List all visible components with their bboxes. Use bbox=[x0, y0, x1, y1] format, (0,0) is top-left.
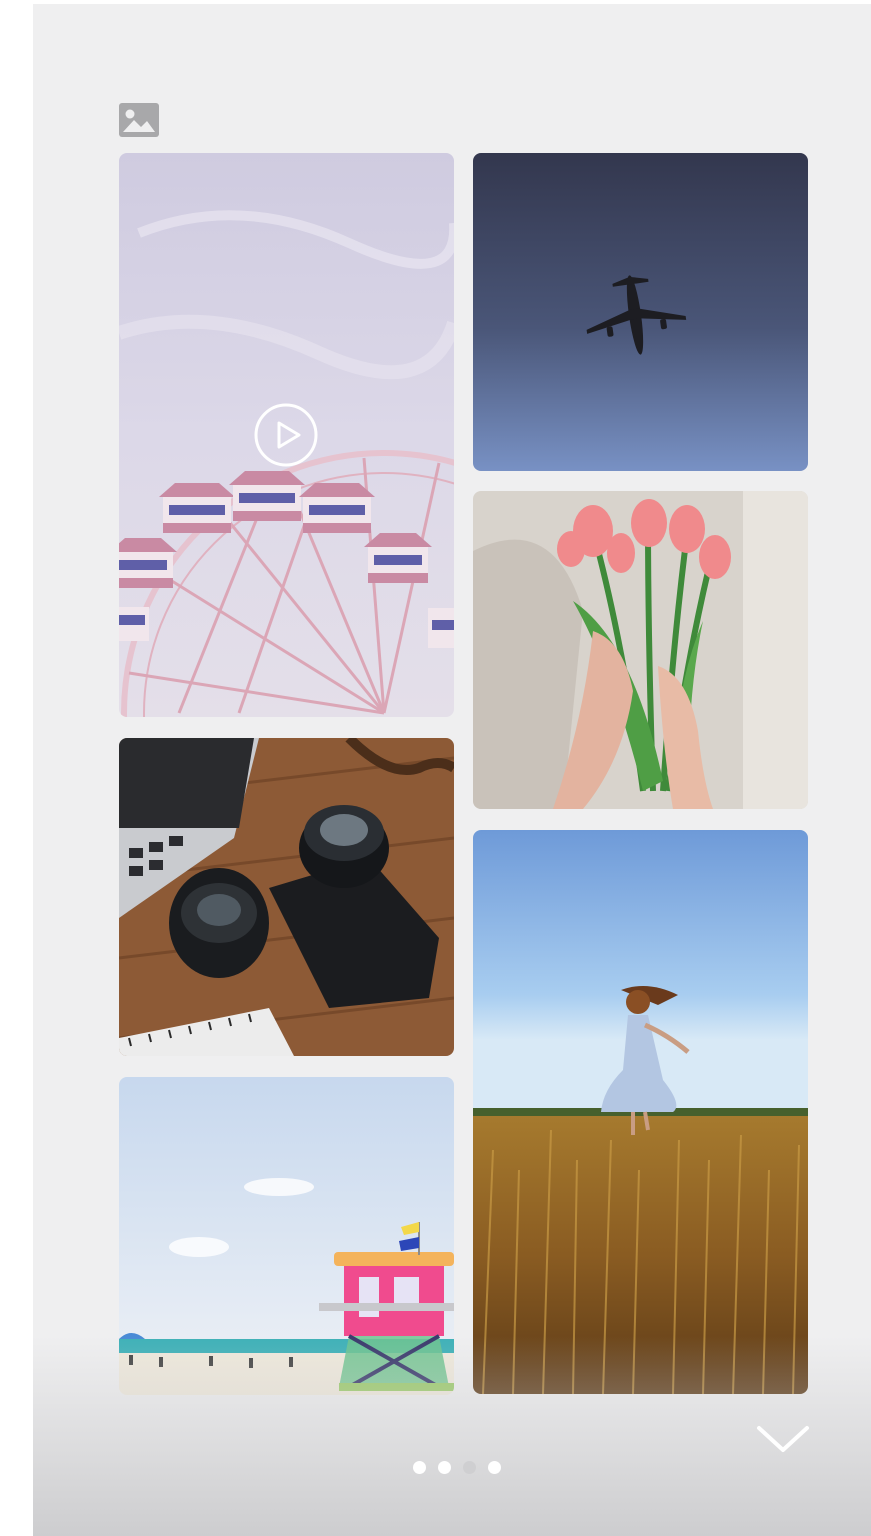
page-dot[interactable] bbox=[463, 1461, 476, 1474]
gallery-icon bbox=[119, 103, 159, 137]
page-dot[interactable] bbox=[438, 1461, 451, 1474]
photo-tile-tulips[interactable] bbox=[473, 491, 808, 809]
page-dot[interactable] bbox=[488, 1461, 501, 1474]
photo-tile-ferris-wheel[interactable] bbox=[119, 153, 454, 717]
photo-tile-airplane[interactable] bbox=[473, 153, 808, 471]
photo-tile-cameras[interactable] bbox=[119, 738, 454, 1056]
photo-tile-beach-lifeguard-tower[interactable] bbox=[119, 1077, 454, 1395]
gallery-screen bbox=[33, 4, 871, 1536]
play-icon[interactable] bbox=[254, 403, 318, 467]
chevron-down-icon[interactable] bbox=[755, 1422, 811, 1456]
page-dot[interactable] bbox=[413, 1461, 426, 1474]
page-indicator bbox=[413, 1461, 513, 1475]
photo-tile-woman-in-field[interactable] bbox=[473, 830, 808, 1394]
